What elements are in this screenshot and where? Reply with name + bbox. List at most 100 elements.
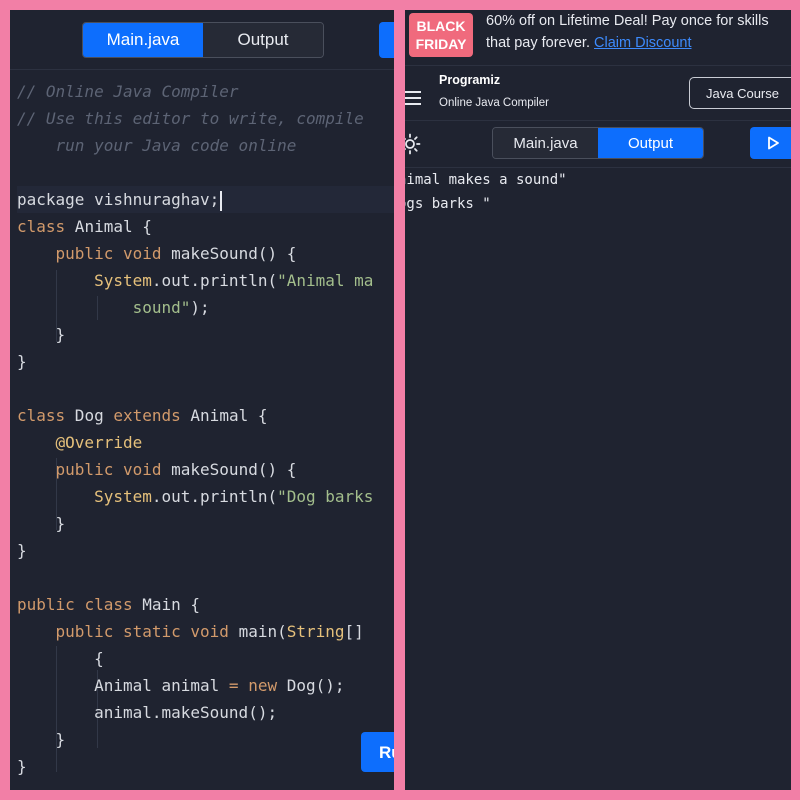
- code-token: Animal animal: [17, 676, 229, 695]
- output-line: ogs barks ": [405, 196, 491, 212]
- code-token: // Online Java Compiler: [17, 82, 239, 101]
- code-line[interactable]: }: [17, 537, 394, 564]
- code-token: Main {: [132, 595, 201, 614]
- code-token: // Use this editor to write, compile: [17, 109, 364, 128]
- code-line[interactable]: Animal animal = new Dog();: [17, 672, 394, 699]
- code-editor[interactable]: // Online Java Compiler // Use this edito…: [10, 70, 394, 790]
- output-toolbar: Main.java Output: [405, 120, 791, 168]
- code-token: void: [122, 244, 162, 263]
- theme-toggle-icon[interactable]: [405, 133, 421, 155]
- code-line[interactable]: public static void main(String[]: [17, 618, 394, 645]
- code-token: void: [122, 460, 162, 479]
- code-token: class: [17, 217, 66, 236]
- code-line[interactable]: [17, 564, 394, 591]
- output-console: nimal makes a sound" ogs barks ": [405, 168, 791, 790]
- code-token: );: [190, 298, 210, 317]
- code-token: }: [17, 757, 27, 776]
- code-token: @Override: [55, 433, 143, 452]
- code-line[interactable]: public class Main {: [17, 591, 394, 618]
- editor-tabs: Main.java Output: [82, 22, 324, 58]
- code-line[interactable]: animal.makeSound();: [17, 699, 394, 726]
- code-token: }: [17, 541, 27, 560]
- code-line[interactable]: public void makeSound() {: [17, 240, 394, 267]
- code-line[interactable]: // Use this editor to write, compile: [17, 105, 394, 132]
- code-line[interactable]: }: [17, 753, 394, 780]
- code-token: "Animal ma: [277, 271, 374, 290]
- code-token: void: [190, 622, 229, 641]
- output-panel: BLACK FRIDAY 60% off on Lifetime Deal! P…: [405, 10, 791, 790]
- code-line[interactable]: {: [17, 645, 394, 672]
- tab-output[interactable]: Output: [203, 23, 323, 57]
- code-token: class: [17, 406, 66, 425]
- run-button[interactable]: [750, 127, 791, 159]
- code-line[interactable]: [17, 159, 394, 186]
- editor-toolbar: Main.java Output: [10, 10, 394, 70]
- code-line[interactable]: }: [17, 321, 394, 348]
- code-token: String: [286, 622, 345, 641]
- code-token: =: [228, 676, 239, 695]
- code-line[interactable]: [17, 375, 394, 402]
- code-token: makeSound() {: [161, 244, 297, 263]
- code-token: sound": [132, 298, 191, 317]
- java-course-button[interactable]: Java Course: [689, 77, 791, 109]
- code-line[interactable]: class Dog extends Animal {: [17, 402, 394, 429]
- code-line[interactable]: }: [17, 348, 394, 375]
- code-token: Dog();: [277, 676, 345, 695]
- code-token: }: [17, 325, 66, 344]
- play-icon: [768, 136, 779, 150]
- code-line[interactable]: sound");: [17, 294, 394, 321]
- black-friday-badge: BLACK FRIDAY: [409, 13, 473, 57]
- code-line[interactable]: System.out.println("Animal ma: [17, 267, 394, 294]
- badge-line-2: FRIDAY: [415, 36, 467, 52]
- code-line[interactable]: class Animal {: [17, 213, 394, 240]
- code-line[interactable]: System.out.println("Dog barks: [17, 483, 394, 510]
- code-token: public: [55, 244, 114, 263]
- code-token: public: [55, 622, 114, 641]
- code-token: Dog: [65, 406, 114, 425]
- promo-banner: BLACK FRIDAY 60% off on Lifetime Deal! P…: [405, 10, 791, 65]
- code-token: System: [94, 271, 152, 290]
- tab-main-java[interactable]: Main.java: [83, 23, 203, 57]
- code-line[interactable]: }: [17, 726, 394, 753]
- code-line[interactable]: @Override: [17, 429, 394, 456]
- code-token: []: [344, 622, 364, 641]
- code-line[interactable]: run your Java code online: [17, 132, 394, 159]
- code-token: public: [17, 595, 75, 614]
- code-token: {: [17, 649, 104, 668]
- brand-logo[interactable]: Programiz: [439, 73, 500, 87]
- code-line[interactable]: // Online Java Compiler: [17, 78, 394, 105]
- code-token: .out.println(: [151, 271, 278, 290]
- code-line[interactable]: package vishnuraghav;: [17, 186, 394, 213]
- code-line[interactable]: }: [17, 510, 394, 537]
- code-token: public: [55, 460, 114, 479]
- tab-main-java[interactable]: Main.java: [493, 128, 598, 158]
- code-line[interactable]: public void makeSound() {: [17, 456, 394, 483]
- badge-line-1: BLACK: [416, 18, 466, 34]
- code-token: animal.makeSound();: [17, 703, 278, 722]
- code-token: makeSound() {: [161, 460, 297, 479]
- code-token: extends: [113, 406, 181, 425]
- editor-panel: Main.java Output // Online Java Compiler…: [10, 10, 394, 790]
- menu-icon[interactable]: [405, 91, 421, 105]
- claim-discount-link[interactable]: Claim Discount: [594, 35, 692, 51]
- code-token: Animal {: [180, 406, 268, 425]
- output-tabs: Main.java Output: [492, 127, 704, 159]
- run-button[interactable]: Ru: [361, 732, 394, 772]
- site-header: Programiz Online Java Compiler Java Cour…: [405, 65, 791, 120]
- run-button-top-edge[interactable]: [379, 22, 394, 58]
- tab-output[interactable]: Output: [598, 128, 703, 158]
- code-token: main(: [228, 622, 287, 641]
- code-token: Animal {: [65, 217, 152, 236]
